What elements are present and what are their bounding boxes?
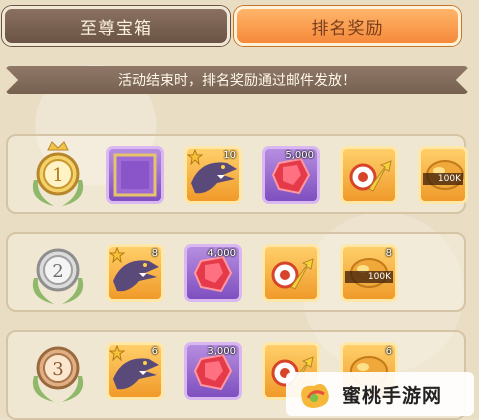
watermark: 蜜桃手游网 xyxy=(286,372,474,416)
rank-number-1: 1 xyxy=(52,165,63,186)
reward-red-gem[interactable]: 5,000 xyxy=(262,146,320,204)
tab-ranking-rewards[interactable]: 排名奖励 xyxy=(234,6,461,46)
target-arrow-icon xyxy=(349,160,392,192)
tab-ranking-rewards-label: 排名奖励 xyxy=(311,18,384,39)
reward-red-gem[interactable]: 4,000 xyxy=(184,244,242,302)
peach-logo-icon xyxy=(301,384,329,408)
reward-gold-ore[interactable]: 100K 8 xyxy=(340,244,398,302)
reward-gold-ore[interactable]: 100K xyxy=(418,146,468,204)
notice-banner: 活动结束时，排名奖励通过邮件发放！ xyxy=(6,66,468,94)
reward-quantity: 8 xyxy=(151,248,158,259)
reward-red-gem[interactable]: 3,000 xyxy=(184,342,242,400)
purple-frame-icon xyxy=(113,153,157,197)
gold-medal-icon: 1 xyxy=(32,141,84,206)
watermark-text: 蜜桃手游网 xyxy=(342,384,443,407)
reward-purple-frame[interactable] xyxy=(106,146,164,204)
rank-number-3: 3 xyxy=(52,359,63,380)
target-arrow-icon xyxy=(271,258,314,290)
reward-quantity: 4,000 xyxy=(207,248,236,259)
reward-raptor-dino[interactable]: 8 xyxy=(106,244,164,302)
reward-quantity: 3,000 xyxy=(207,346,236,357)
reward-quantity: 6 xyxy=(151,346,158,357)
reward-tag: 100K xyxy=(423,173,463,185)
reward-target-boost[interactable] xyxy=(340,146,398,204)
reward-quantity: 5,000 xyxy=(285,150,314,161)
rank-row-2: 2 8 4,000 100K 8 xyxy=(6,232,466,312)
rank-row-1: 1 10 5,000 100K xyxy=(6,134,468,214)
reward-target-boost[interactable] xyxy=(262,244,320,302)
notice-text: 活动结束时，排名奖励通过邮件发放！ xyxy=(118,73,356,89)
rank-number-2: 2 xyxy=(52,261,63,282)
reward-quantity: 8 xyxy=(385,248,392,259)
reward-quantity: 10 xyxy=(223,150,236,161)
tab-supreme-chest-label: 至尊宝箱 xyxy=(80,18,152,39)
reward-raptor-dino[interactable]: 10 xyxy=(184,146,242,204)
reward-quantity: 6 xyxy=(385,346,392,357)
star-icon xyxy=(109,345,125,361)
silver-medal-icon: 2 xyxy=(32,248,84,304)
star-icon xyxy=(109,247,125,263)
reward-tag: 100K xyxy=(345,271,393,283)
star-icon xyxy=(187,149,203,165)
bronze-medal-icon: 3 xyxy=(32,346,84,402)
tab-supreme-chest[interactable]: 至尊宝箱 xyxy=(2,6,230,46)
reward-raptor-dino[interactable]: 6 xyxy=(106,342,164,400)
